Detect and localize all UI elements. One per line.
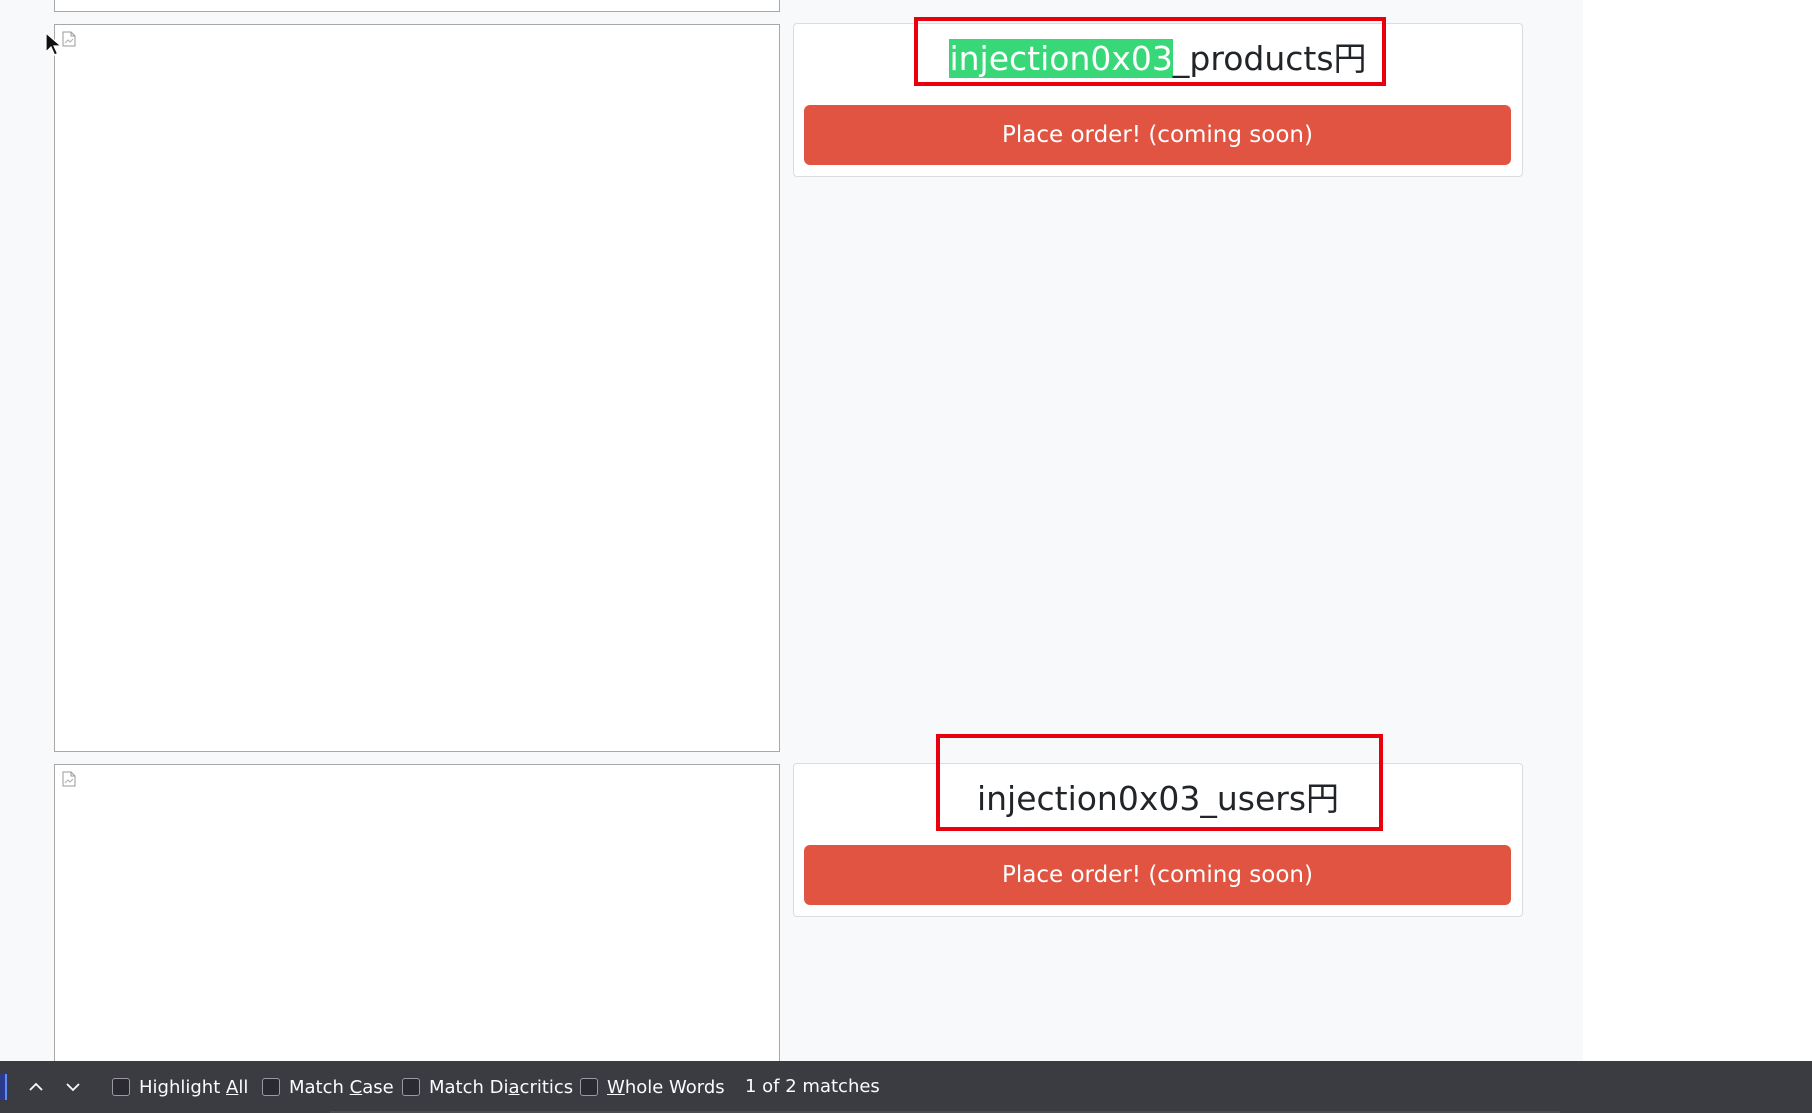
chevron-up-icon (29, 1082, 43, 1091)
find-bar: Highlight All Match Case Match Diacritic… (0, 1061, 1812, 1113)
match-diacritics-option[interactable]: Match Diacritics (402, 1075, 573, 1099)
product-info-card: injection0x03_products円 Place order! (co… (793, 23, 1523, 177)
page-viewport: injection0x03_products円 Place order! (co… (0, 0, 1583, 1084)
match-case-option[interactable]: Match Case (262, 1075, 394, 1099)
product-title: injection0x03_users円 (794, 774, 1522, 824)
product-image (54, 24, 780, 752)
match-count: 1 of 2 matches (745, 1076, 880, 1097)
chevron-down-icon (66, 1083, 80, 1092)
whole-words-label: Whole Words (607, 1076, 725, 1098)
product-info-card: injection0x03_users円 Place order! (comin… (793, 763, 1523, 917)
whole-words-checkbox[interactable] (580, 1078, 598, 1096)
place-order-button[interactable]: Place order! (coming soon) (804, 845, 1511, 905)
product-title-text: injection0x03_users円 (976, 779, 1340, 818)
match-diacritics-label: Match Diacritics (429, 1076, 574, 1098)
broken-image-icon (62, 31, 76, 47)
product-image-previous (54, 0, 780, 12)
whole-words-option[interactable]: Whole Words (580, 1075, 725, 1099)
place-order-button[interactable]: Place order! (coming soon) (804, 105, 1511, 165)
product-title: injection0x03_products円 (794, 34, 1522, 84)
highlight-all-checkbox[interactable] (112, 1078, 130, 1096)
highlight-all-label: Highlight All (139, 1076, 249, 1098)
mouse-cursor-icon (45, 32, 63, 56)
product-title-text: _products円 (1172, 39, 1367, 78)
match-case-label: Match Case (289, 1076, 394, 1098)
find-match-highlight: injection0x03 (949, 39, 1173, 78)
broken-image-icon (62, 771, 76, 787)
match-diacritics-checkbox[interactable] (402, 1078, 420, 1096)
match-case-checkbox[interactable] (262, 1078, 280, 1096)
find-input[interactable] (0, 1074, 7, 1100)
find-previous-button[interactable] (22, 1073, 50, 1101)
highlight-all-option[interactable]: Highlight All (112, 1075, 248, 1099)
product-image (54, 764, 780, 1084)
find-next-button[interactable] (59, 1073, 87, 1101)
